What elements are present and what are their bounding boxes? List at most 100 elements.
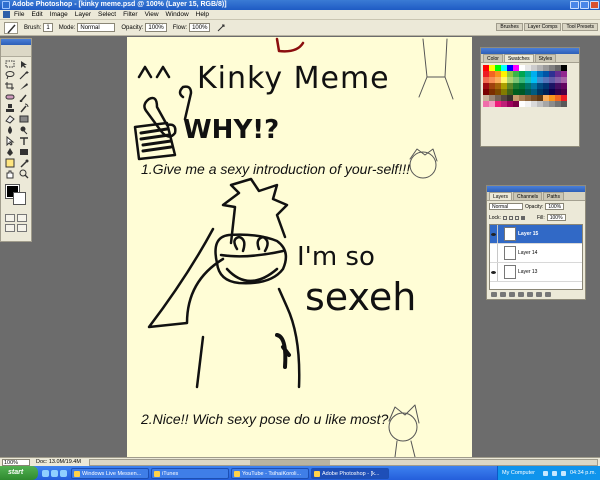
menu-edit[interactable]: Edit — [31, 11, 42, 18]
layer-row[interactable]: Layer 14 — [490, 244, 582, 263]
menu-help[interactable]: Help — [196, 11, 209, 18]
hand-tool-icon[interactable] — [4, 169, 16, 179]
lock-image-icon[interactable] — [508, 215, 513, 220]
palette-well: Brushes Layer Comps Tool Presets — [496, 23, 598, 31]
trash-icon[interactable] — [545, 292, 551, 297]
layer-style-icon[interactable] — [500, 292, 506, 297]
link-layers-icon[interactable] — [491, 292, 497, 297]
close-button[interactable] — [590, 1, 599, 9]
toolbox-logo[interactable] — [1, 45, 31, 57]
gradient-tool-icon[interactable] — [18, 114, 30, 124]
tray-icon[interactable] — [561, 470, 566, 476]
tray-icon[interactable] — [543, 470, 548, 476]
horizontal-scrollbar[interactable] — [88, 458, 598, 466]
screen-mode-full-button[interactable] — [17, 224, 27, 232]
color-swatch[interactable] — [561, 101, 567, 107]
layer-row[interactable]: Layer 13 — [490, 263, 582, 282]
screen-mode-standard-button[interactable] — [5, 224, 15, 232]
menu-layer[interactable]: Layer — [75, 11, 91, 18]
pen-tool-icon[interactable] — [4, 147, 16, 157]
layer-opacity-field[interactable]: 100% — [545, 203, 565, 210]
layer-thumbnail — [504, 246, 516, 260]
mode-select[interactable]: Normal — [77, 23, 116, 32]
crop-tool-icon[interactable] — [4, 81, 16, 91]
airbrush-icon[interactable] — [216, 23, 226, 33]
marquee-tool-icon[interactable] — [4, 59, 16, 69]
taskbar-item-youtube[interactable]: YouTube - TsihaiKoroli... — [231, 467, 309, 479]
dodge-tool-icon[interactable] — [18, 125, 30, 135]
visibility-eye-icon[interactable] — [490, 263, 498, 281]
document-size[interactable]: Doc: 13.0M/19.4M — [36, 459, 81, 465]
history-brush-tool-icon[interactable] — [18, 103, 30, 113]
lasso-tool-icon[interactable] — [4, 70, 16, 80]
zoom-field[interactable]: 100% — [2, 458, 30, 466]
taskbar-item-photoshop[interactable]: Adobe Photoshop - [k... — [311, 467, 389, 479]
taskbar-item-itunes[interactable]: iTunes — [151, 467, 229, 479]
fill-field[interactable]: 100% — [546, 214, 566, 221]
layer-set-icon[interactable] — [518, 292, 524, 297]
menu-filter[interactable]: Filter — [123, 11, 137, 18]
quick-launch-icon[interactable] — [42, 469, 49, 477]
quick-launch-icon[interactable] — [60, 469, 67, 477]
tab-swatches[interactable]: Swatches — [503, 54, 534, 62]
well-tab-brushes[interactable]: Brushes — [496, 23, 523, 31]
shape-tool-icon[interactable] — [18, 147, 30, 157]
path-select-tool-icon[interactable] — [4, 136, 16, 146]
type-tool-icon[interactable] — [18, 136, 30, 146]
healing-tool-icon[interactable] — [4, 92, 16, 102]
well-tab-layer-comps[interactable]: Layer Comps — [523, 23, 562, 31]
menu-window[interactable]: Window — [166, 11, 189, 18]
brush-tool-icon[interactable] — [18, 92, 30, 102]
visibility-eye-icon[interactable] — [490, 225, 498, 243]
my-computer-label[interactable]: My Computer — [502, 470, 535, 476]
photoshop-menu-icon[interactable] — [3, 11, 10, 18]
layer-mask-icon[interactable] — [509, 292, 515, 297]
tab-color[interactable]: Color — [483, 54, 503, 62]
blend-mode-select[interactable]: Normal — [489, 203, 523, 210]
new-layer-icon[interactable] — [536, 292, 542, 297]
menu-view[interactable]: View — [145, 11, 159, 18]
tab-layers[interactable]: Layers — [489, 192, 513, 200]
eraser-tool-icon[interactable] — [4, 114, 16, 124]
menu-file[interactable]: File — [14, 11, 24, 18]
brush-size-picker[interactable]: 1 — [43, 23, 53, 32]
quick-mask-button[interactable] — [17, 214, 27, 222]
adjustment-layer-icon[interactable] — [527, 292, 533, 297]
menu-select[interactable]: Select — [98, 11, 116, 18]
lock-transparency-icon[interactable] — [502, 215, 507, 220]
start-button[interactable]: start — [0, 466, 38, 480]
menu-image[interactable]: Image — [50, 11, 68, 18]
document-canvas[interactable]: Kinky Meme WHY!? 1.Give me a sexy introd… — [127, 37, 472, 457]
magic-wand-tool-icon[interactable] — [18, 70, 30, 80]
flow-label: Flow: — [172, 24, 188, 31]
answer-line-2: sexeh — [305, 275, 417, 319]
visibility-eye-icon[interactable] — [490, 244, 498, 262]
figure-hair — [221, 177, 289, 245]
blur-tool-icon[interactable] — [4, 125, 16, 135]
maximize-button[interactable] — [580, 1, 589, 9]
lock-all-icon[interactable] — [520, 215, 525, 220]
taskbar: start Windows Live Messen... iTunes YouT… — [0, 466, 600, 480]
lock-position-icon[interactable] — [514, 215, 519, 220]
tray-icon[interactable] — [552, 470, 557, 476]
zoom-tool-icon[interactable] — [18, 169, 30, 179]
minimize-button[interactable] — [570, 1, 579, 9]
quick-launch-icon[interactable] — [51, 469, 58, 477]
tab-styles[interactable]: Styles — [534, 54, 557, 62]
move-tool-icon[interactable] — [18, 59, 30, 69]
well-tab-tool-presets[interactable]: Tool Presets — [562, 23, 598, 31]
stamp-tool-icon[interactable] — [4, 103, 16, 113]
standard-mode-button[interactable] — [5, 214, 15, 222]
tab-channels[interactable]: Channels — [513, 192, 543, 200]
tool-preset-picker[interactable] — [4, 21, 18, 34]
slice-tool-icon[interactable] — [18, 81, 30, 91]
background-color[interactable] — [13, 192, 26, 205]
taskbar-item-messenger[interactable]: Windows Live Messen... — [71, 467, 149, 479]
eyedropper-tool-icon[interactable] — [18, 158, 30, 168]
layer-name: Layer 13 — [518, 269, 538, 275]
flow-field[interactable]: 100% — [189, 23, 211, 32]
tab-paths[interactable]: Paths — [543, 192, 564, 200]
notes-tool-icon[interactable] — [4, 158, 16, 168]
layer-row[interactable]: Layer 15 — [490, 225, 582, 244]
opacity-field[interactable]: 100% — [145, 23, 167, 32]
